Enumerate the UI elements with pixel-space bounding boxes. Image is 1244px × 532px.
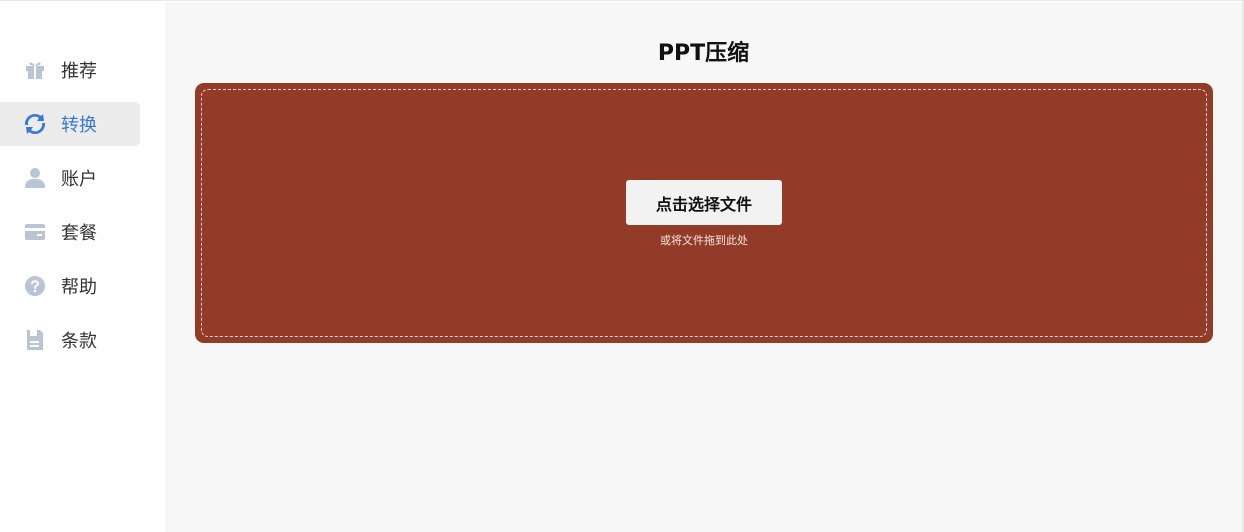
page-title: PPT压缩 — [657, 41, 750, 66]
sidebar-item-plans[interactable]: 套餐 — [0, 210, 140, 254]
sidebar-item-label: 账户 — [61, 169, 97, 190]
sidebar-item-label: 推荐 — [61, 61, 97, 82]
file-dropzone[interactable]: 点击选择文件 或将文件拖到此处 — [195, 83, 1213, 343]
drop-hint-text: 或将文件拖到此处 — [660, 234, 748, 247]
sidebar-item-recommend[interactable]: 推荐 — [0, 48, 140, 92]
sidebar: 推荐 转换 账户 套餐 帮助 条款 — [0, 2, 165, 532]
card-icon — [24, 221, 46, 243]
user-icon — [24, 167, 46, 189]
select-file-button[interactable]: 点击选择文件 — [626, 180, 782, 225]
main-content: PPT压缩 点击选择文件 或将文件拖到此处 — [165, 2, 1242, 532]
sidebar-item-help[interactable]: 帮助 — [0, 264, 140, 308]
sidebar-item-label: 帮助 — [61, 277, 97, 298]
gift-icon — [24, 59, 46, 81]
sidebar-item-terms[interactable]: 条款 — [0, 318, 140, 362]
help-icon — [24, 275, 46, 297]
document-icon — [24, 329, 46, 351]
convert-icon — [24, 113, 46, 135]
sidebar-item-convert[interactable]: 转换 — [0, 102, 140, 146]
sidebar-item-label: 套餐 — [61, 223, 97, 244]
sidebar-item-label: 条款 — [61, 331, 97, 352]
sidebar-item-account[interactable]: 账户 — [0, 156, 140, 200]
sidebar-item-label: 转换 — [61, 115, 97, 136]
